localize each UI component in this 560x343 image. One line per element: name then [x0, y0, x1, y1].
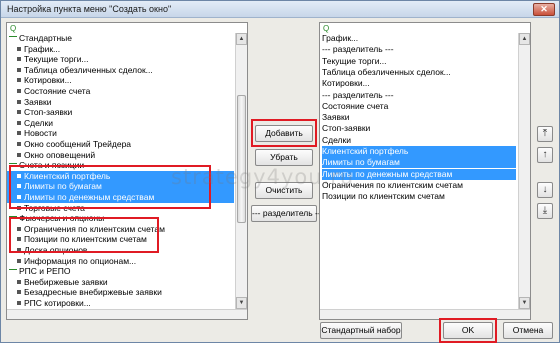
bullet-icon: [17, 258, 21, 263]
window-title: Настройка пункта меню "Создать окно": [7, 4, 172, 14]
group-expander-icon[interactable]: [9, 269, 17, 271]
tree-item-label: Окно сообщений Трейдера: [24, 139, 132, 149]
list-item[interactable]: --- разделитель ---: [322, 90, 516, 101]
highlight-add-button: [251, 119, 317, 147]
bullet-icon: [17, 131, 21, 136]
standard-set-button[interactable]: Стандартный набор: [320, 322, 402, 339]
tree-item[interactable]: Внебиржевые заявки: [7, 277, 234, 288]
bullet-icon: [17, 46, 21, 51]
watermark: strategy4you.ru: [171, 165, 355, 189]
right-vertical-scrollbar[interactable]: ▲ ▼: [518, 33, 530, 309]
move-to-bottom-icon[interactable]: ⤓: [537, 203, 553, 219]
bullet-icon: [17, 78, 21, 83]
dialog-window: Настройка пункта меню "Создать окно" ✕ Q…: [0, 0, 560, 343]
list-item[interactable]: График...: [322, 33, 516, 44]
bullet-icon: [17, 152, 21, 157]
list-item[interactable]: Стоп-заявки: [322, 123, 516, 134]
tree-item[interactable]: Стоп-заявки: [7, 107, 234, 118]
tree-item[interactable]: Текущие торги...: [7, 54, 234, 65]
list-item[interactable]: --- разделитель ---: [322, 44, 516, 55]
list-item[interactable]: Котировки...: [322, 78, 516, 89]
tree-item[interactable]: Безадресные внебиржевые заявки: [7, 287, 234, 298]
tree-item-label: Сделки: [24, 117, 53, 128]
close-button[interactable]: ✕: [533, 3, 555, 16]
tree-item-label: Окно оповещений: [24, 149, 96, 160]
scroll-down-arrow-icon[interactable]: ▼: [519, 297, 530, 309]
list-item[interactable]: Сделки: [322, 135, 516, 146]
bullet-icon: [17, 99, 21, 104]
tree-item[interactable]: Окно сообщений Трейдера: [7, 139, 234, 150]
tree-item-label: РПС и РЕПО: [19, 266, 71, 277]
bullet-icon: [17, 142, 21, 146]
tree-item-label: Внебиржевые заявки: [24, 276, 108, 287]
list-item[interactable]: Текущие торги...: [322, 56, 516, 67]
tree-item[interactable]: Сделки: [7, 118, 234, 129]
tree-item[interactable]: Информация по опционам...: [7, 256, 234, 267]
highlight-futures-group: [9, 217, 159, 253]
list-item[interactable]: Позиции по клиентским счетам: [322, 191, 516, 202]
list-item[interactable]: Заявки: [322, 112, 516, 123]
scroll-thumb[interactable]: [237, 95, 246, 223]
tree-item-label: Новости: [24, 128, 57, 139]
tree-item-label: Заявки: [24, 96, 52, 107]
tree-item-label: РПС котировки...: [24, 298, 91, 308]
tree-group[interactable]: Стандартные: [7, 33, 234, 44]
cancel-button[interactable]: Отмена: [503, 322, 553, 339]
scroll-up-arrow-icon[interactable]: ▲: [236, 33, 247, 45]
bullet-icon: [17, 290, 21, 295]
tree-item[interactable]: Котировки...: [7, 75, 234, 86]
tree-item-label: Таблица обезличенных сделок...: [24, 64, 153, 75]
tree-item[interactable]: Состояние счета: [7, 86, 234, 97]
tree-item-label: Котировки...: [24, 75, 72, 86]
bullet-icon: [17, 110, 21, 115]
group-expander-icon[interactable]: [9, 36, 17, 37]
tree-group[interactable]: РПС и РЕПО: [7, 266, 234, 277]
tree-item[interactable]: Окно оповещений: [7, 150, 234, 161]
tree-item-label: График...: [24, 43, 61, 54]
move-down-icon[interactable]: ↓: [537, 182, 553, 198]
bullet-icon: [17, 89, 21, 93]
highlight-ok-button: [439, 318, 497, 343]
list-item[interactable]: Клиентский портфель: [322, 146, 516, 157]
tree-item-label: Текущие торги...: [24, 54, 89, 65]
bullet-icon: [17, 279, 21, 284]
bullet-icon: [17, 301, 21, 305]
bullet-icon: [17, 57, 21, 62]
search-icon[interactable]: Q: [323, 24, 329, 33]
left-horizontal-scrollbar[interactable]: [7, 309, 247, 319]
move-up-icon[interactable]: ↑: [537, 147, 553, 163]
bullet-icon: [17, 67, 21, 72]
tree-item-label: Стандартные: [19, 33, 73, 43]
tree-item-label: Стоп-заявки: [24, 107, 73, 118]
remove-button[interactable]: Убрать: [255, 149, 313, 166]
list-item[interactable]: Состояние счета: [322, 101, 516, 112]
scroll-down-arrow-icon[interactable]: ▼: [236, 297, 247, 309]
bullet-icon: [17, 120, 21, 125]
tree-item-label: Состояние счета: [24, 86, 91, 96]
tree-item[interactable]: Таблица обезличенных сделок...: [7, 65, 234, 76]
tree-item[interactable]: Новости: [7, 128, 234, 139]
tree-item[interactable]: РПС котировки...: [7, 298, 234, 309]
title-bar: Настройка пункта меню "Создать окно" ✕: [1, 1, 559, 18]
tree-item-label: Безадресные внебиржевые заявки: [24, 287, 162, 298]
scroll-up-arrow-icon[interactable]: ▲: [519, 33, 530, 45]
search-icon[interactable]: Q: [10, 24, 16, 33]
tree-item[interactable]: Заявки: [7, 97, 234, 108]
separator-button[interactable]: --- разделитель ---: [251, 205, 324, 222]
tree-item-label: Информация по опционам...: [24, 255, 137, 266]
list-item[interactable]: Таблица обезличенных сделок...: [322, 67, 516, 78]
tree-item[interactable]: График...: [7, 44, 234, 55]
move-to-top-icon[interactable]: ⤒: [537, 126, 553, 142]
right-horizontal-scrollbar[interactable]: [320, 309, 530, 319]
